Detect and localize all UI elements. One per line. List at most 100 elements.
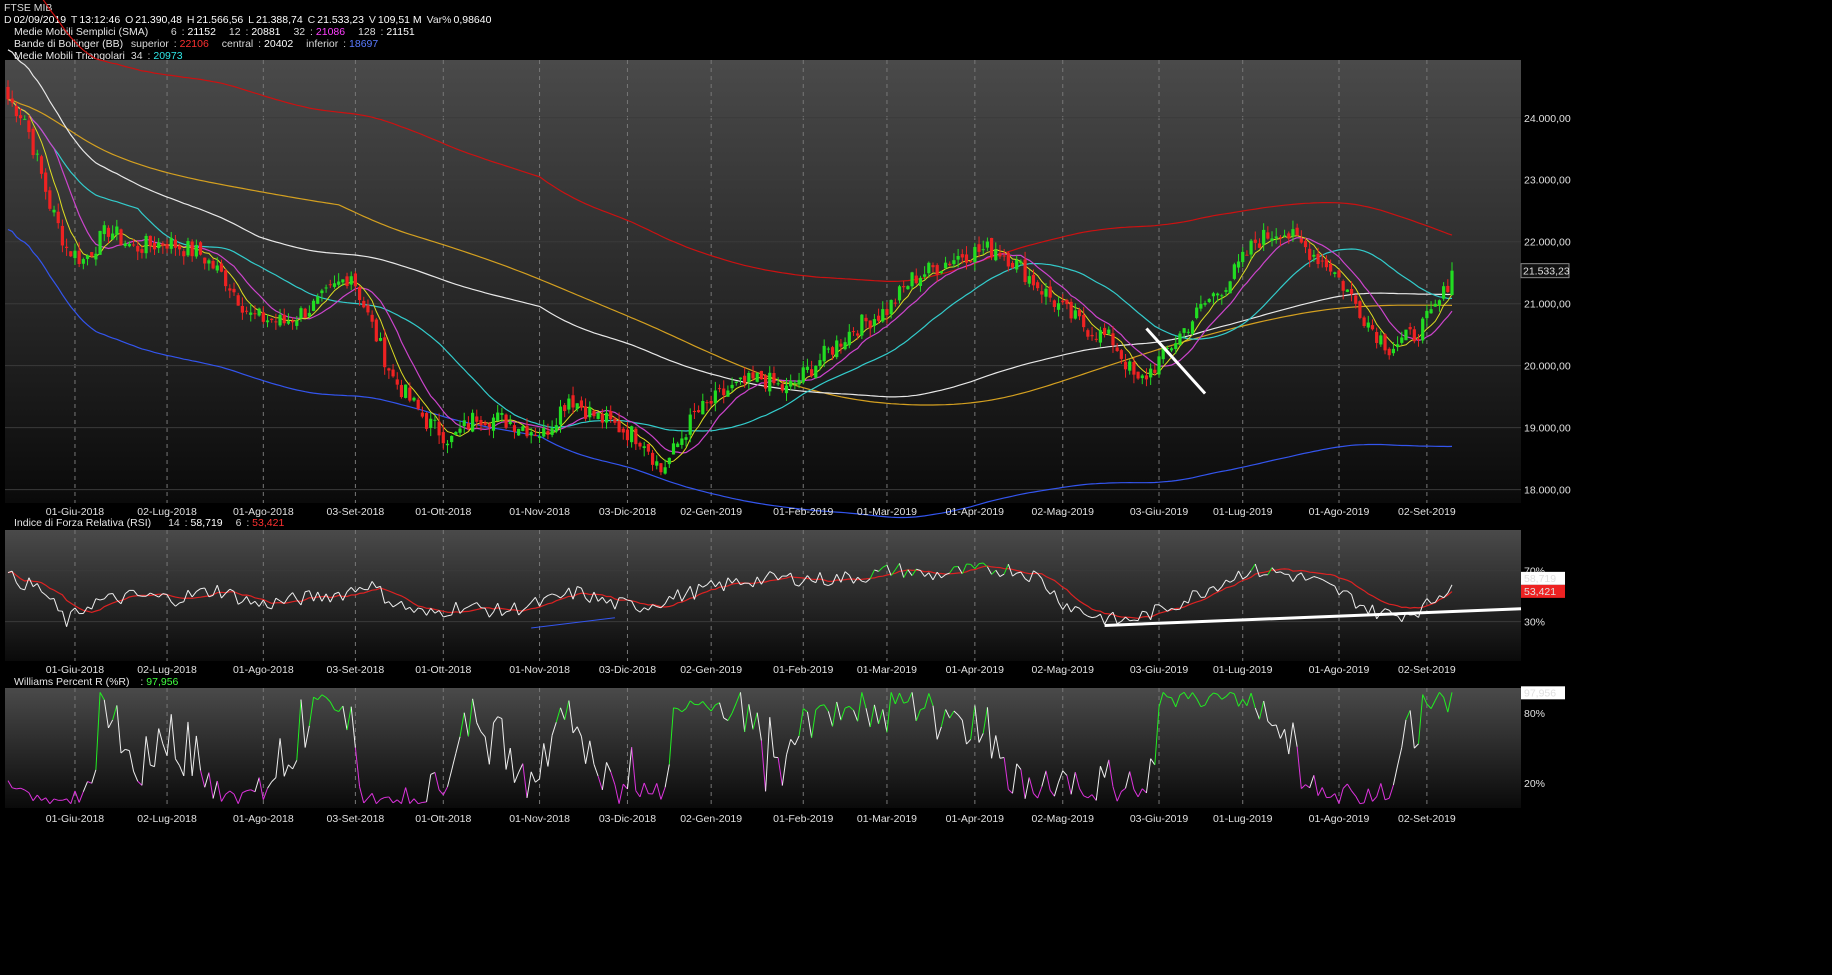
candle-body bbox=[14, 105, 18, 117]
candle-body bbox=[1023, 259, 1027, 283]
candle-body bbox=[655, 461, 659, 466]
candle-body bbox=[1132, 361, 1136, 375]
candle-body bbox=[349, 276, 353, 285]
candle-body bbox=[27, 120, 31, 133]
candle-body bbox=[1295, 227, 1299, 236]
x-tick-label: 02-Set-2019 bbox=[1398, 813, 1456, 825]
candle-body bbox=[165, 244, 169, 249]
candle-body bbox=[353, 273, 357, 287]
rsi-14-segment bbox=[200, 587, 205, 590]
candle-body bbox=[943, 262, 948, 269]
x-tick-label: 03-Giu-2019 bbox=[1130, 506, 1189, 518]
candle-body bbox=[1253, 239, 1257, 243]
candle-body bbox=[1391, 348, 1396, 354]
candle-body bbox=[1182, 328, 1186, 333]
candle-body bbox=[23, 118, 27, 120]
candle-body bbox=[964, 254, 969, 263]
candle-body bbox=[270, 318, 274, 321]
candle-body bbox=[1370, 325, 1375, 330]
x-tick-label: 01-Nov-2018 bbox=[509, 664, 570, 676]
candle-body bbox=[144, 235, 148, 254]
candle-body bbox=[584, 406, 588, 419]
candle-body bbox=[609, 410, 613, 420]
candle-body bbox=[441, 432, 445, 444]
candle-body bbox=[366, 305, 370, 313]
rsi-14-segment bbox=[1129, 619, 1134, 622]
candle-body bbox=[123, 243, 127, 247]
x-tick-label: 01-Ott-2018 bbox=[415, 813, 471, 825]
x-tick-label: 01-Mar-2019 bbox=[857, 664, 917, 676]
rsi6-last-label: 53,421 bbox=[1524, 586, 1556, 598]
x-tick-label: 02-Lug-2018 bbox=[137, 506, 197, 518]
candle-body bbox=[152, 242, 157, 250]
x-tick-label: 02-Lug-2018 bbox=[137, 813, 197, 825]
x-tick-label: 03-Giu-2019 bbox=[1130, 664, 1189, 676]
candle-body bbox=[437, 421, 441, 436]
rsi14-last-label: 58,719 bbox=[1524, 573, 1556, 585]
candle-body bbox=[1433, 303, 1437, 307]
x-tick-label: 01-Ago-2018 bbox=[233, 813, 294, 825]
candle-body bbox=[592, 410, 596, 417]
candle-body bbox=[1308, 248, 1312, 260]
y-tick-label: 21.000,00 bbox=[1524, 299, 1571, 311]
rsi-tick-label: 30% bbox=[1524, 617, 1545, 629]
candle-body bbox=[579, 400, 584, 408]
candle-body bbox=[320, 290, 324, 294]
candle-body bbox=[111, 233, 115, 240]
rsi-panel-bg bbox=[5, 530, 1521, 661]
candle-body bbox=[1437, 300, 1442, 306]
candle-body bbox=[1207, 299, 1211, 302]
candle-body bbox=[357, 287, 362, 301]
candle-body bbox=[810, 369, 814, 377]
candle-body bbox=[604, 412, 609, 423]
candle-body bbox=[1090, 334, 1094, 337]
candle-body bbox=[337, 281, 341, 285]
candle-body bbox=[851, 331, 856, 333]
candle-body bbox=[136, 245, 140, 252]
candle-body bbox=[240, 305, 244, 313]
candle-body bbox=[1056, 303, 1061, 310]
wr-segment bbox=[422, 801, 427, 803]
candle-body bbox=[755, 373, 759, 382]
candle-body bbox=[642, 446, 646, 449]
candle-body bbox=[512, 425, 517, 432]
candle-body bbox=[1383, 334, 1387, 351]
candle-body bbox=[487, 423, 491, 428]
candle-body bbox=[1027, 276, 1031, 284]
x-tick-label: 01-Lug-2019 bbox=[1213, 664, 1273, 676]
candle-body bbox=[533, 434, 537, 437]
candle-body bbox=[383, 337, 387, 368]
candle-body bbox=[274, 321, 278, 323]
x-tick-label: 01-Ago-2018 bbox=[233, 664, 294, 676]
candle-body bbox=[44, 172, 48, 192]
candle-body bbox=[1291, 229, 1295, 237]
candle-body bbox=[671, 443, 676, 455]
candle-body bbox=[893, 302, 897, 304]
candle-body bbox=[776, 383, 780, 385]
candle-body bbox=[1232, 264, 1236, 279]
candle-body bbox=[1316, 253, 1320, 265]
candle-body bbox=[935, 265, 939, 275]
candle-body bbox=[1282, 235, 1287, 237]
candle-body bbox=[236, 295, 240, 306]
wr-tick-label: 20% bbox=[1524, 778, 1545, 790]
wr-segment bbox=[1271, 724, 1277, 727]
x-tick-label: 01-Mar-2019 bbox=[857, 813, 917, 825]
candle-body bbox=[554, 425, 558, 432]
wr-panel-bg bbox=[5, 688, 1521, 808]
candle-body bbox=[10, 98, 14, 103]
candle-body bbox=[805, 366, 810, 370]
candle-body bbox=[1098, 330, 1103, 343]
x-tick-label: 01-Ott-2018 bbox=[415, 506, 471, 518]
candle-body bbox=[508, 421, 512, 424]
candle-body bbox=[173, 239, 178, 248]
candle-body bbox=[303, 308, 307, 318]
candle-body bbox=[872, 319, 876, 326]
candle-body bbox=[1136, 371, 1140, 379]
candle-body bbox=[341, 279, 345, 283]
candle-body bbox=[148, 235, 152, 246]
x-tick-label: 03-Set-2018 bbox=[326, 506, 384, 518]
candle-body bbox=[847, 331, 851, 346]
candle-body bbox=[429, 418, 433, 428]
chart-canvas[interactable]: 18.000,00 19.000,00 20.000,00 21.000,00 22.0… bbox=[0, 0, 1832, 975]
